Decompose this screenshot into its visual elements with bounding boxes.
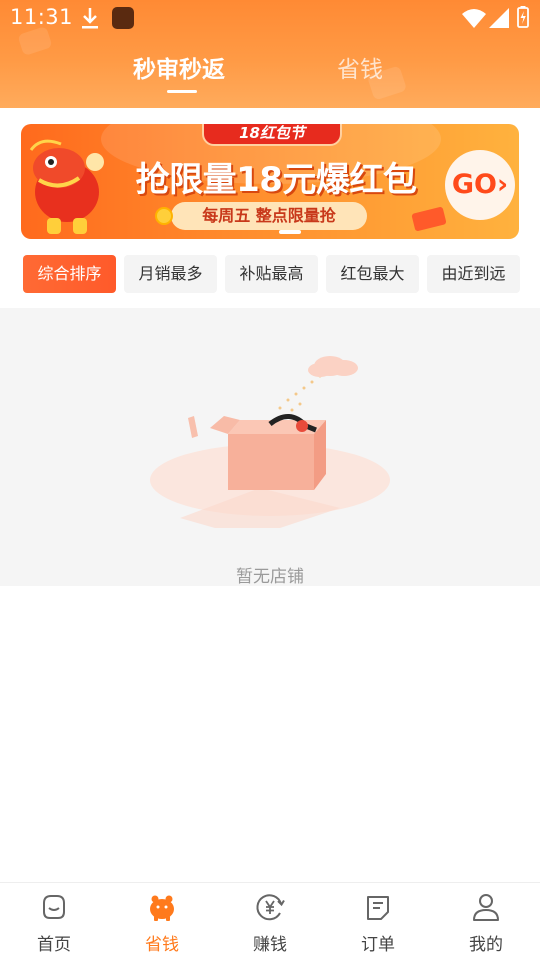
nav-item-home[interactable]: 首页	[0, 883, 108, 960]
nav-label-save-money: 省钱	[145, 935, 179, 955]
signal-icon	[489, 8, 509, 28]
filter-chip-red-packet[interactable]: 红包最大	[326, 255, 419, 293]
lion-dance-mascot-icon	[29, 139, 104, 234]
yuan-coin-icon	[256, 894, 285, 921]
order-list-icon	[367, 896, 389, 920]
filter-chip-monthly-sales[interactable]: 月销最多	[124, 255, 217, 293]
nav-item-earn-money[interactable]: 赚钱	[216, 883, 324, 960]
nav-label-earn-money: 赚钱	[253, 935, 287, 955]
tab-shengqian[interactable]: 省钱	[337, 50, 383, 84]
nav-label-profile: 我的	[469, 935, 503, 955]
banner-page-indicator	[279, 230, 301, 234]
coin-icon	[155, 207, 173, 225]
banner-go-button[interactable]: GO›	[445, 150, 515, 220]
filter-chip-comprehensive[interactable]: 综合排序	[23, 255, 116, 293]
piggy-bank-icon	[150, 895, 174, 921]
top-tabs: 秒审秒返 省钱	[0, 46, 540, 96]
banner-title: 抢限量18元爆红包	[135, 160, 417, 200]
nav-item-orders[interactable]: 订单	[324, 883, 432, 960]
home-icon	[43, 895, 65, 919]
active-tab-indicator	[167, 90, 197, 93]
download-icon	[82, 8, 98, 29]
empty-state-message: 暂无店铺	[236, 567, 304, 587]
filter-chip-distance[interactable]: 由近到远	[427, 255, 520, 293]
wifi-icon	[462, 9, 486, 28]
app-header: 11:31 秒审秒返 省钱	[0, 0, 540, 108]
promo-banner[interactable]: 18红包节 抢限量18元爆红包 每周五 整点限量抢 GO›	[21, 124, 519, 239]
battery-icon	[517, 6, 529, 28]
tab-miaoshen-miaofan[interactable]: 秒审秒返	[133, 50, 225, 84]
banner-festival-tag: 18红包节	[202, 124, 342, 146]
banner-subtitle: 每周五 整点限量抢	[171, 202, 367, 230]
sort-filter-bar: 综合排序 月销最多 补贴最高 红包最大 由近到远	[23, 255, 520, 293]
empty-box-illustration	[150, 356, 390, 528]
nav-item-save-money[interactable]: 省钱	[108, 883, 216, 960]
nav-label-home: 首页	[37, 935, 71, 955]
nav-label-orders: 订单	[361, 935, 395, 955]
chevron-right-icon: ›	[496, 169, 509, 200]
status-bar: 11:31	[0, 0, 540, 36]
filter-chip-subsidy[interactable]: 补贴最高	[225, 255, 318, 293]
empty-state: 暂无店铺	[0, 308, 540, 587]
app-notification-icon	[112, 7, 134, 29]
user-icon	[473, 894, 499, 921]
nav-item-profile[interactable]: 我的	[432, 883, 540, 960]
status-time: 11:31	[10, 5, 74, 29]
red-envelope-icon	[411, 206, 447, 232]
bottom-navigation: 首页 省钱 赚钱 订单 我的	[0, 882, 540, 960]
go-label: GO	[451, 169, 497, 200]
